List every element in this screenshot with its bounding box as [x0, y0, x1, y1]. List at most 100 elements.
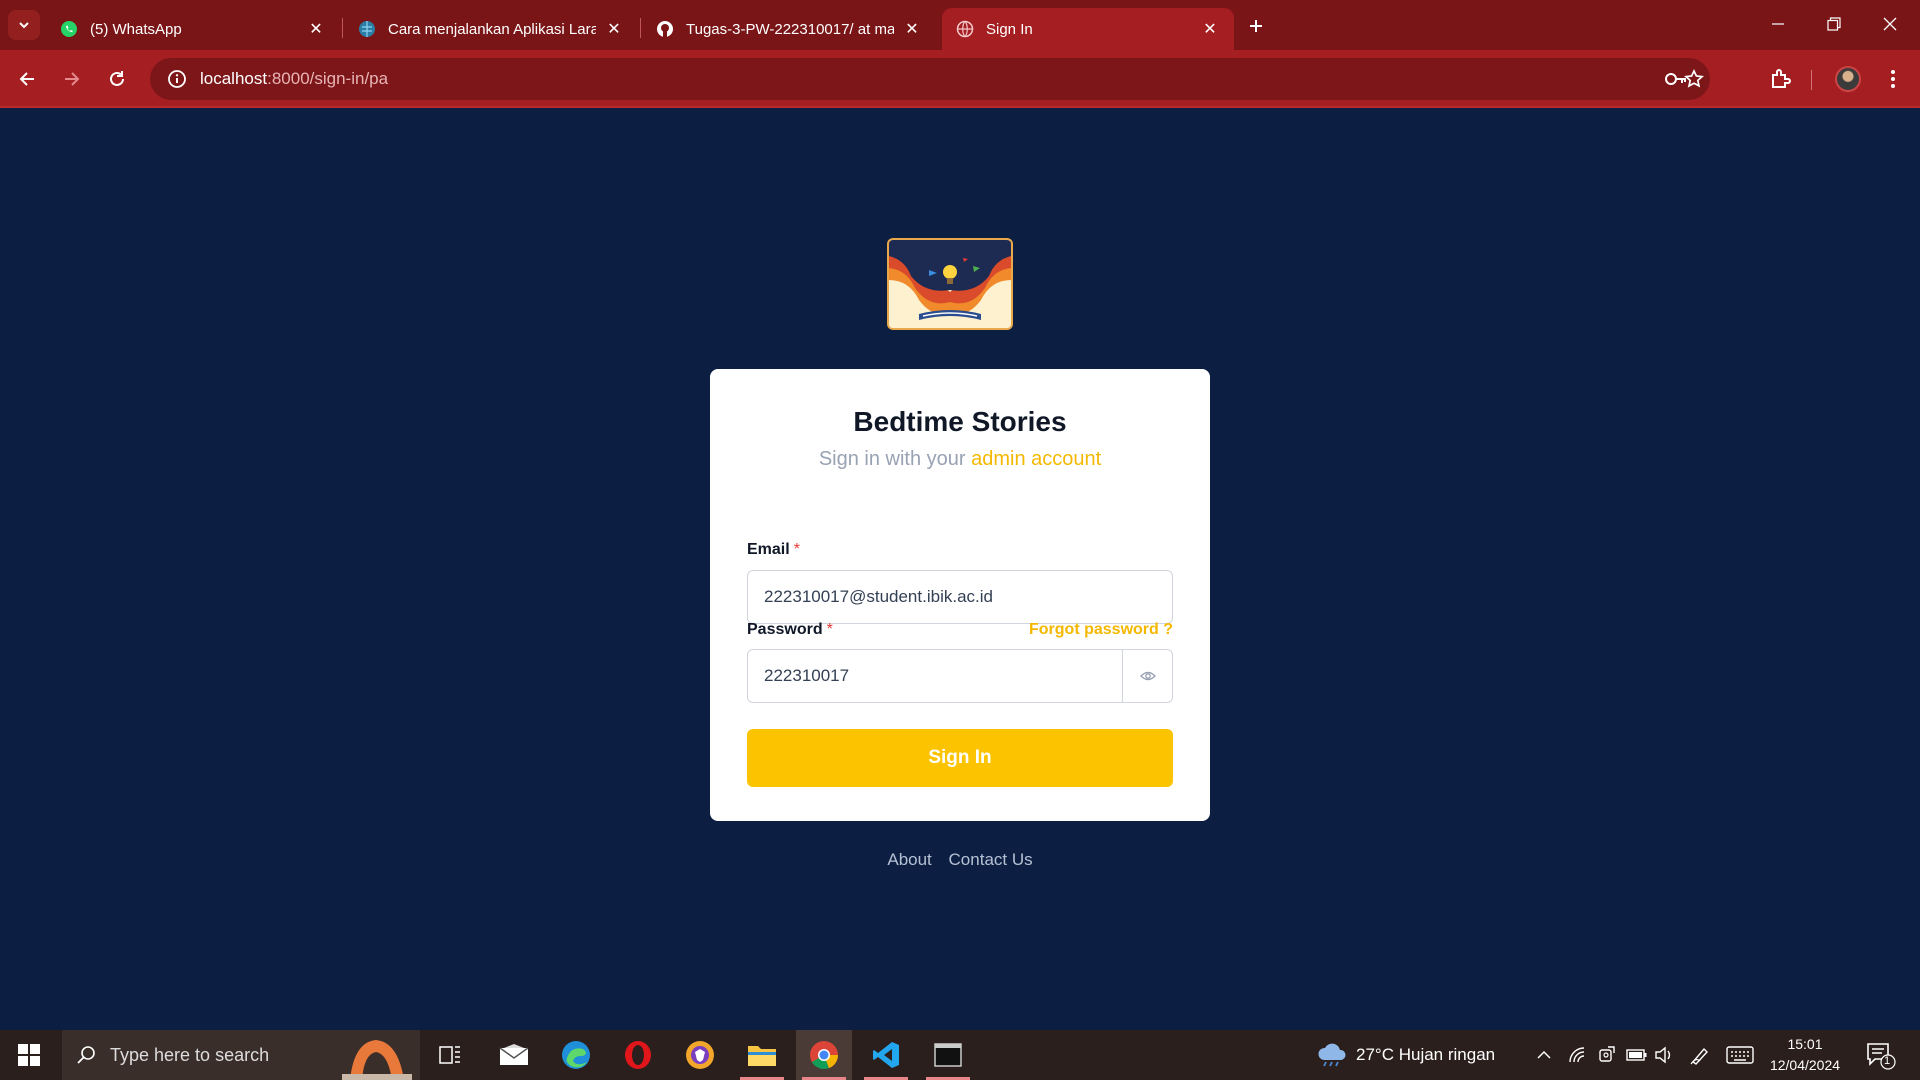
touch-keyboard[interactable] — [1726, 1030, 1754, 1080]
meet-now[interactable] — [1598, 1030, 1616, 1080]
battery-icon — [1626, 1049, 1647, 1061]
volume-control[interactable] — [1654, 1030, 1674, 1080]
extensions-button[interactable] — [1764, 62, 1798, 96]
page-subtitle: Sign in with your admin account — [710, 448, 1210, 471]
arrow-left-icon — [19, 72, 34, 86]
required-marker: * — [793, 541, 800, 558]
tab-divider — [640, 18, 641, 38]
network-status[interactable] — [1568, 1030, 1586, 1080]
sign-in-button[interactable]: Sign In — [747, 729, 1173, 787]
forward-button[interactable] — [55, 62, 89, 96]
clock-time: 15:01 — [1787, 1036, 1823, 1052]
password-label-text: Password — [747, 621, 823, 638]
vscode-icon — [873, 1042, 899, 1068]
password-label: Password * — [747, 621, 833, 639]
taskbar-brave[interactable] — [672, 1030, 728, 1080]
weather-widget[interactable]: 27°C Hujan ringan — [1316, 1030, 1495, 1080]
show-password-button[interactable] — [1122, 650, 1172, 702]
contact-us-link[interactable]: Contact Us — [949, 850, 1033, 869]
new-tab-button[interactable] — [1242, 12, 1270, 40]
taskbar-file-explorer[interactable] — [734, 1030, 790, 1080]
more-vertical-icon — [1891, 70, 1895, 88]
site-info-icon[interactable] — [156, 69, 198, 89]
tab-laravel-guide[interactable]: Cara menjalankan Aplikasi Larav ✕ — [344, 8, 638, 50]
chevron-up-icon — [1537, 1050, 1551, 1059]
email-value: 222310017@student.ibik.ac.id — [764, 587, 993, 606]
pen-menu[interactable] — [1690, 1030, 1710, 1080]
tab-whatsapp[interactable]: (5) WhatsApp ✕ — [46, 8, 340, 50]
address-bar[interactable]: localhost:8000/sign-in/pa — [150, 58, 1710, 100]
weather-text: 27°C Hujan ringan — [1356, 1045, 1496, 1064]
restore-button[interactable] — [1806, 0, 1862, 48]
tab-divider — [342, 18, 343, 38]
page-body: Bedtime Stories Sign in with your admin … — [0, 110, 1920, 1030]
show-hidden-icons[interactable] — [1536, 1030, 1552, 1080]
about-link[interactable]: About — [887, 850, 931, 869]
close-icon[interactable]: ✕ — [604, 19, 624, 39]
back-button[interactable] — [10, 62, 44, 96]
browser-toolbar: localhost:8000/sign-in/pa — [0, 50, 1920, 108]
close-icon[interactable]: ✕ — [902, 19, 922, 39]
rain-cloud-icon — [1318, 1043, 1346, 1067]
battery-status[interactable] — [1626, 1030, 1648, 1080]
reload-button[interactable] — [100, 62, 134, 96]
folder-icon — [748, 1046, 776, 1066]
shield-browser-icon — [686, 1041, 714, 1069]
tab-title: Cara menjalankan Aplikasi Larav — [388, 20, 596, 38]
url-path: :8000/sign-in/pa — [267, 69, 389, 88]
whatsapp-icon — [60, 20, 78, 38]
mail-icon — [499, 1044, 529, 1065]
profile-button[interactable] — [1831, 62, 1865, 96]
taskbar: Type here to search 27°C Hujan ringan 15… — [0, 1030, 1920, 1080]
taskbar-vscode[interactable] — [858, 1030, 914, 1080]
close-icon[interactable]: ✕ — [306, 19, 326, 39]
browser-menu-button[interactable] — [1876, 62, 1910, 96]
url-host: localhost — [200, 69, 268, 88]
close-icon[interactable]: ✕ — [1200, 19, 1220, 39]
taskbar-mail[interactable] — [486, 1030, 542, 1080]
pen-icon — [1690, 1047, 1708, 1065]
eye-icon — [1139, 671, 1156, 681]
action-center-button[interactable]: 1 — [1866, 1042, 1896, 1070]
taskbar-chrome[interactable] — [796, 1030, 852, 1080]
search-icon — [77, 1046, 95, 1064]
keyboard-icon — [1726, 1046, 1754, 1064]
email-label-text: Email — [747, 541, 790, 558]
taskbar-clock[interactable]: 15:01 12/04/2024 — [1760, 1034, 1850, 1076]
page-title: Bedtime Stories — [853, 406, 1067, 437]
forgot-password-link[interactable]: Forgot password ? — [1029, 621, 1173, 639]
network-icon — [1569, 1047, 1585, 1063]
camera-icon — [1599, 1046, 1615, 1062]
tab-sign-in[interactable]: Sign In ✕ — [942, 8, 1234, 50]
notification-count: 1 — [1884, 1055, 1891, 1067]
email-field[interactable]: 222310017@student.ibik.ac.id — [747, 570, 1173, 624]
start-button[interactable] — [0, 1030, 58, 1080]
task-view-button[interactable] — [422, 1030, 478, 1080]
search-highlight-icon — [342, 1040, 412, 1080]
taskbar-search[interactable]: Type here to search — [62, 1030, 420, 1080]
close-window-button[interactable] — [1862, 0, 1918, 48]
password-field[interactable]: 222310017 — [747, 649, 1173, 703]
taskbar-edge[interactable] — [548, 1030, 604, 1080]
star-icon[interactable] — [1680, 65, 1708, 93]
taskbar-opera[interactable] — [610, 1030, 666, 1080]
subtitle-text: Sign in with your — [818, 448, 972, 470]
tab-search-button[interactable] — [8, 10, 40, 40]
github-icon — [656, 20, 674, 38]
opera-icon — [625, 1041, 651, 1069]
footer-links: About Contact Us — [0, 850, 1920, 870]
required-marker: * — [826, 621, 833, 638]
restore-icon — [1827, 17, 1841, 31]
clock-date: 12/04/2024 — [1769, 1057, 1841, 1073]
password-value: 222310017 — [764, 666, 850, 685]
bedtime-stories-logo — [887, 238, 1013, 330]
minimize-button[interactable] — [1750, 0, 1806, 48]
globe-icon — [956, 20, 974, 38]
taskbar-terminal[interactable] — [920, 1030, 976, 1080]
chrome-icon — [810, 1041, 838, 1070]
plus-icon — [1250, 20, 1262, 32]
tab-github-repo[interactable]: Tugas-3-PW-222310017/ at ma ✕ — [642, 8, 936, 50]
chevron-down-icon — [19, 22, 29, 29]
arrow-right-icon — [65, 72, 80, 86]
url-text: localhost:8000/sign-in/pa — [200, 69, 388, 89]
